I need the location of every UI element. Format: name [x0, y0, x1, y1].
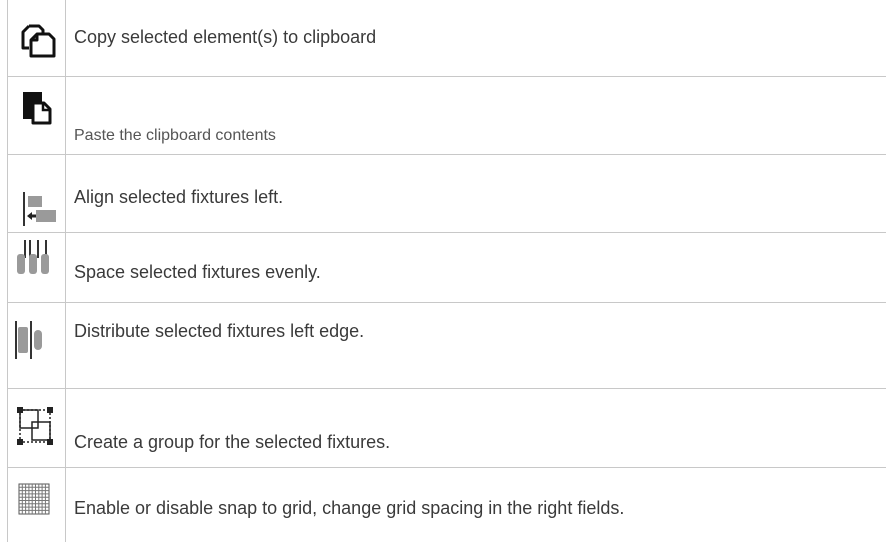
row-description: Enable or disable snap to grid, change g… [74, 498, 625, 518]
group-icon [17, 407, 53, 445]
table-row-group: Create a group for the selected fixtures… [8, 389, 886, 468]
align-left-icon [23, 192, 56, 226]
space-evenly-icon [17, 240, 49, 274]
row-description: Create a group for the selected fixtures… [74, 432, 391, 452]
table-row-align-left: Align selected fixtures left. [8, 155, 886, 233]
icon-reference-table: Copy selected element(s) to clipboard Pa… [7, 0, 886, 542]
row-description: Distribute selected fixtures left edge. [74, 321, 365, 341]
icon-cell [8, 155, 66, 232]
row-description: Copy selected element(s) to clipboard [74, 27, 377, 47]
table-row-grid: Enable or disable snap to grid, change g… [8, 468, 886, 542]
table-row-distribute-left-edge: Distribute selected fixtures left edge. [8, 303, 886, 389]
table-row-paste: Paste the clipboard contents [8, 77, 886, 155]
icon-cell [8, 77, 66, 154]
copy-icon [21, 24, 56, 58]
icon-cell [8, 0, 66, 76]
paste-icon [23, 92, 52, 125]
table-row-copy: Copy selected element(s) to clipboard [8, 0, 886, 77]
icon-cell [8, 233, 66, 302]
grid-icon [18, 483, 50, 515]
icon-cell [8, 468, 66, 542]
row-description: Align selected fixtures left. [74, 187, 284, 207]
table-row-space-evenly: Space selected fixtures evenly. [8, 233, 886, 303]
row-description: Space selected fixtures evenly. [74, 262, 321, 282]
distribute-left-edge-icon [15, 321, 42, 359]
icon-cell [8, 389, 66, 467]
icon-cell [8, 303, 66, 388]
row-description: Paste the clipboard contents [74, 127, 276, 144]
